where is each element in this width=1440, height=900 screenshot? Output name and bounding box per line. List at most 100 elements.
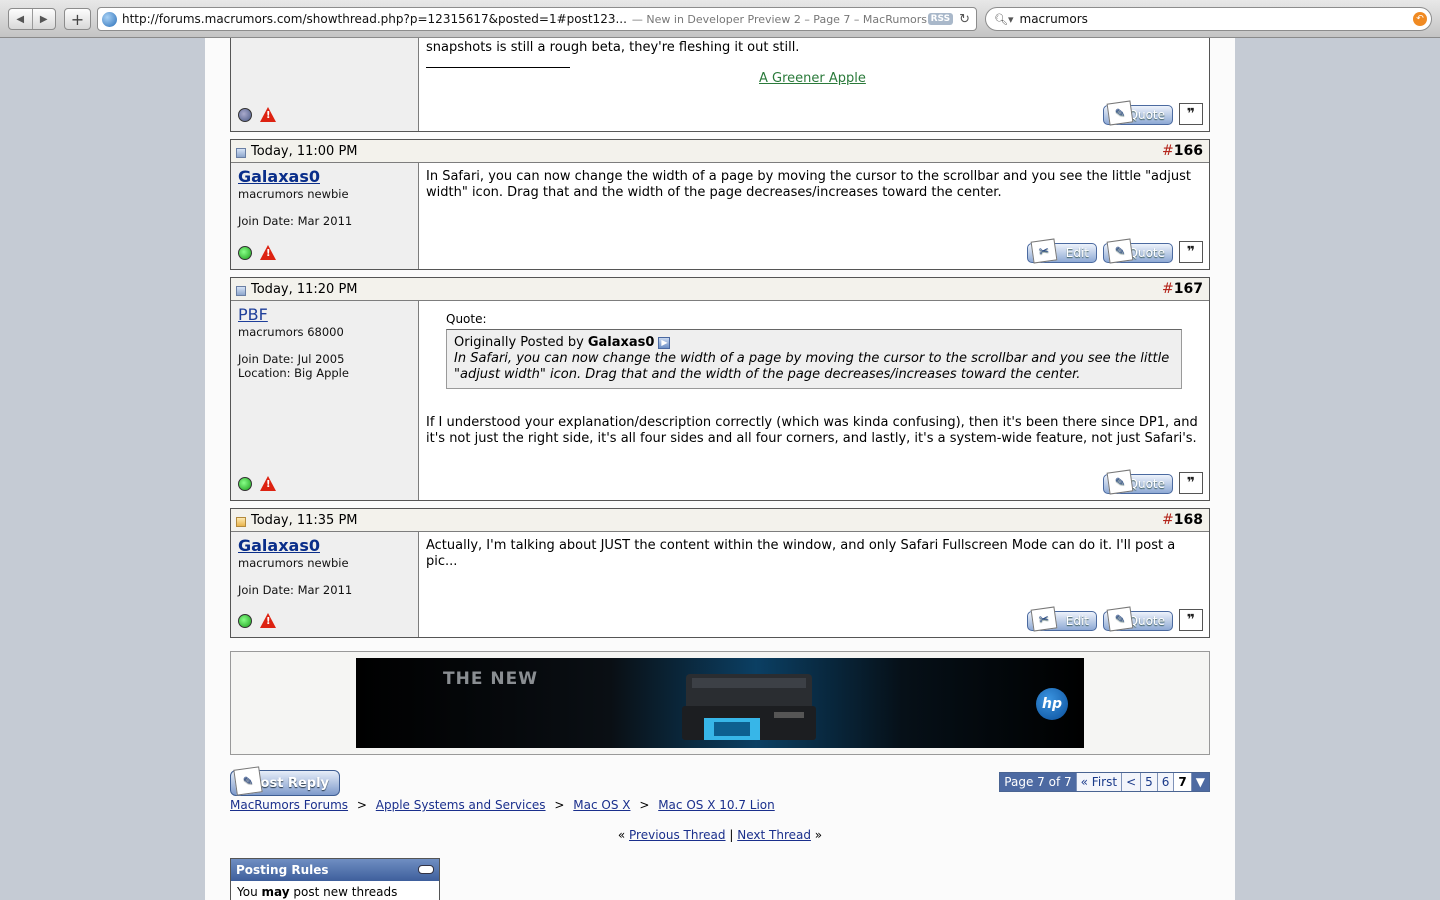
- username-link[interactable]: PBF: [238, 306, 411, 324]
- nav-buttons: ◀ ▶: [8, 8, 56, 30]
- username-link[interactable]: Galaxas0: [238, 537, 411, 555]
- forward-arrow-icon[interactable]: ▶: [31, 9, 56, 29]
- page-link-6[interactable]: 6: [1156, 773, 1174, 791]
- post-hash: #: [1162, 281, 1174, 297]
- report-post-icon[interactable]: [260, 476, 276, 491]
- user-title: macrumors newbie: [238, 187, 349, 201]
- user-info: PBF macrumors 68000 Join Date: Jul 2005 …: [231, 301, 419, 500]
- rules-you: You: [237, 885, 258, 899]
- edit-button[interactable]: ✂ Edit: [1027, 606, 1097, 632]
- address-bar[interactable]: http://forums.macrumors.com/showthread.p…: [97, 7, 977, 31]
- post-text: Actually, I'm talking about JUST the con…: [426, 538, 1176, 569]
- edit-label: Edit: [1065, 614, 1089, 628]
- multiquote-icon[interactable]: ❞: [1179, 609, 1203, 631]
- edit-label: Edit: [1065, 246, 1089, 260]
- search-value[interactable]: macrumors: [1020, 12, 1414, 26]
- user-location: Location: Big Apple: [238, 366, 349, 380]
- reply-icon: ✎: [233, 766, 263, 796]
- search-icon: 🔍︎▾: [994, 12, 1014, 26]
- username-link[interactable]: Galaxas0: [238, 168, 411, 186]
- post-text: In Safari, you can now change the width …: [426, 169, 1192, 200]
- post-read-icon: [236, 286, 246, 296]
- prev-page-link[interactable]: <: [1121, 773, 1141, 791]
- breadcrumb-lion[interactable]: Mac OS X 10.7 Lion: [658, 798, 775, 812]
- search-field[interactable]: 🔍︎▾ macrumors ↶: [985, 7, 1432, 31]
- post-number-value: 167: [1173, 281, 1203, 297]
- signature-link[interactable]: A Greener Apple: [759, 71, 866, 86]
- post-number-value: 168: [1173, 512, 1203, 528]
- join-date: Join Date: Jul 2005: [238, 352, 345, 366]
- quote-button[interactable]: ✎ Quote: [1103, 606, 1173, 632]
- page-menu-icon[interactable]: ▼: [1190, 773, 1209, 791]
- user-status: [238, 476, 276, 491]
- user-status: [238, 245, 276, 260]
- current-page: 7: [1173, 773, 1191, 791]
- edit-button[interactable]: ✂ Edit: [1027, 238, 1097, 264]
- quote-button[interactable]: ✎ Quote: [1103, 238, 1173, 264]
- page-navigation: Page 7 of 7 « First < 5 6 7 ▼: [999, 772, 1210, 792]
- post-actions: ✂ Edit ✎ Quote ❞: [1027, 238, 1203, 264]
- quote-label: Quote: [1128, 477, 1165, 491]
- back-arrow-icon[interactable]: ◀: [9, 9, 32, 29]
- post-content: Quote: Originally Posted by Galaxas0 ▶ I…: [419, 301, 1209, 500]
- nav-divider: |: [729, 828, 734, 842]
- quote-button[interactable]: ✎ Quote: [1103, 469, 1173, 495]
- posting-rules-header: Posting Rules: [231, 859, 439, 881]
- quote-header: Quote:: [446, 312, 487, 326]
- post-number[interactable]: #168: [1162, 512, 1203, 528]
- add-bookmark-button[interactable]: +: [64, 8, 91, 30]
- post-header: Today, 11:00 PM #166: [231, 140, 1209, 163]
- snapback-icon[interactable]: ↶: [1413, 12, 1427, 26]
- report-post-icon[interactable]: [260, 613, 276, 628]
- user-info: Galaxas0 macrumors newbie Join Date: Mar…: [231, 163, 419, 269]
- user-title: macrumors 68000: [238, 325, 344, 339]
- breadcrumb-forums[interactable]: MacRumors Forums: [230, 798, 348, 812]
- quote-button[interactable]: ✎ Quote: [1103, 100, 1173, 126]
- post-number-value: 166: [1173, 143, 1203, 159]
- rss-button[interactable]: RSS: [927, 13, 954, 25]
- quote-text: In Safari, you can now change the width …: [454, 351, 1170, 382]
- report-post-icon[interactable]: [260, 245, 276, 260]
- user-title: macrumors newbie: [238, 556, 349, 570]
- quote-icon: ✎: [1106, 606, 1134, 632]
- page-link-5[interactable]: 5: [1140, 773, 1157, 791]
- post-read-icon: [236, 148, 246, 158]
- post-header: Today, 11:35 PM #168: [231, 509, 1209, 532]
- quote-author: Galaxas0: [587, 335, 655, 350]
- breadcrumb-apple-systems[interactable]: Apple Systems and Services: [376, 798, 546, 812]
- online-icon: [238, 245, 252, 260]
- multiquote-icon[interactable]: ❞: [1179, 472, 1203, 494]
- quote-box: Originally Posted by Galaxas0 ▶ In Safar…: [446, 329, 1182, 389]
- printer-image: [682, 674, 816, 740]
- multiquote-icon[interactable]: ❞: [1179, 241, 1203, 263]
- post-165-userinfo: [231, 38, 419, 131]
- post-time: Today, 11:35 PM: [251, 512, 358, 528]
- post-text: If I understood your explanation/descrip…: [426, 415, 1198, 446]
- next-thread-link[interactable]: Next Thread: [737, 828, 811, 842]
- breadcrumb-mac-os-x[interactable]: Mac OS X: [573, 798, 630, 812]
- post-167: Today, 11:20 PM #167 PBF macrumors 68000…: [230, 277, 1210, 501]
- quote-label: Quote: [1128, 614, 1165, 628]
- post-number[interactable]: #167: [1162, 281, 1203, 297]
- user-status: [238, 613, 276, 628]
- post-actions: ✎ Quote ❞: [1103, 469, 1203, 495]
- collapse-icon[interactable]: [418, 865, 434, 874]
- multiquote-icon[interactable]: ❞: [1179, 103, 1203, 125]
- report-post-icon[interactable]: [260, 107, 276, 122]
- previous-thread-link[interactable]: Previous Thread: [629, 828, 726, 842]
- breadcrumb-separator: >: [554, 798, 565, 812]
- nav-right-mark: »: [814, 828, 823, 842]
- post-166: Today, 11:00 PM #166 Galaxas0 macrumors …: [230, 139, 1210, 270]
- post-number[interactable]: #166: [1162, 143, 1203, 159]
- post-body: Galaxas0 macrumors newbie Join Date: Mar…: [231, 532, 1209, 637]
- edit-icon: ✂: [1030, 606, 1058, 632]
- post-reply-button[interactable]: ✎ Post Reply: [230, 766, 340, 796]
- url-text[interactable]: http://forums.macrumors.com/showthread.p…: [122, 12, 627, 26]
- forum-page: snapshots is still a rough beta, they're…: [205, 38, 1235, 900]
- reload-icon[interactable]: ↻: [959, 12, 970, 27]
- view-post-icon[interactable]: ▶: [658, 337, 671, 349]
- post-reply-label: Post Reply: [251, 775, 329, 791]
- first-page-link[interactable]: « First: [1075, 773, 1122, 791]
- posting-rules-body: You may post new threads: [231, 881, 439, 900]
- hp-ad-banner[interactable]: THE NEW hp: [356, 658, 1084, 748]
